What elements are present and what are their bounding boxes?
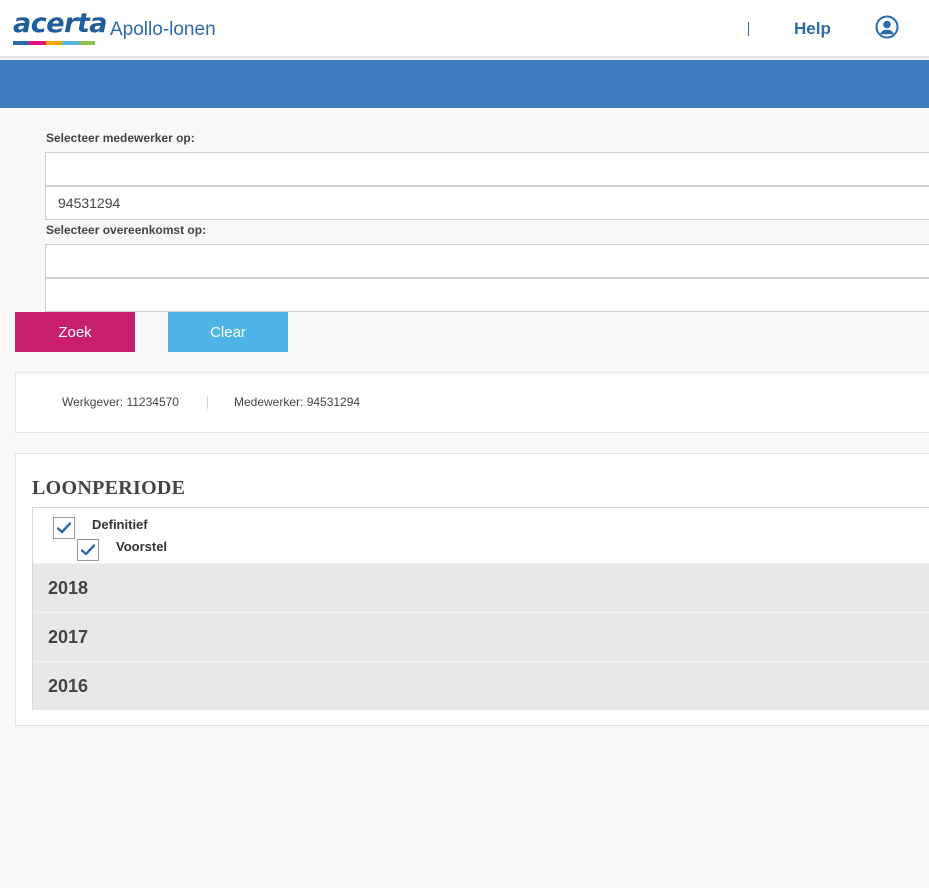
logo-stripe-segment bbox=[45, 41, 63, 45]
voorstel-label: Voorstel bbox=[116, 539, 168, 554]
nav-separator bbox=[748, 22, 749, 36]
app-title: Apollo-lonen bbox=[110, 19, 216, 40]
medewerker-info: Medewerker: 94531294 bbox=[234, 395, 361, 409]
year-row-2017[interactable]: 2017 bbox=[33, 612, 929, 661]
logo-stripe-segment bbox=[13, 41, 30, 45]
agreement-field-2[interactable] bbox=[45, 278, 929, 312]
werkgever-info: Werkgever: 11234570 bbox=[62, 395, 179, 409]
logo-stripe-segment bbox=[62, 41, 79, 45]
info-divider bbox=[207, 396, 208, 409]
agreement-field-1[interactable] bbox=[45, 244, 929, 278]
logo-stripe-segment bbox=[78, 41, 96, 45]
employee-info-panel: Werkgever: 11234570 Medewerker: 94531294 bbox=[15, 372, 929, 433]
loonperiode-panel: LOONPERIODE Definitief Voorstel 2018 201… bbox=[15, 453, 929, 726]
check-icon bbox=[81, 544, 95, 556]
voorstel-checkbox[interactable] bbox=[77, 539, 99, 561]
top-navigation-bar: acerta Apollo-lonen Help bbox=[0, 0, 929, 58]
year-row-2018[interactable]: 2018 bbox=[33, 563, 929, 612]
definitief-checkbox[interactable] bbox=[53, 517, 75, 539]
employee-number-field[interactable] bbox=[45, 186, 929, 220]
zoek-button[interactable]: Zoek bbox=[15, 312, 135, 352]
loonperiode-title: LOONPERIODE bbox=[32, 477, 186, 499]
loonperiode-list: Definitief Voorstel 2018 2017 2016 bbox=[32, 507, 929, 710]
logo-text: acerta bbox=[13, 8, 107, 39]
user-circle-icon[interactable] bbox=[875, 15, 899, 39]
year-row-2016[interactable]: 2016 bbox=[33, 661, 929, 710]
definitief-label: Definitief bbox=[92, 517, 148, 532]
help-link[interactable]: Help bbox=[794, 19, 831, 39]
logo-stripe bbox=[13, 41, 96, 45]
acerta-logo[interactable]: acerta bbox=[13, 8, 107, 48]
agreement-select-label: Selecteer overeenkomst op: bbox=[46, 223, 207, 237]
employee-select-label: Selecteer medewerker op: bbox=[46, 131, 195, 145]
check-icon bbox=[57, 522, 71, 534]
clear-button[interactable]: Clear bbox=[168, 312, 288, 352]
logo-stripe-segment bbox=[29, 41, 46, 45]
employee-field-1[interactable] bbox=[45, 152, 929, 186]
blue-banner bbox=[0, 60, 929, 108]
